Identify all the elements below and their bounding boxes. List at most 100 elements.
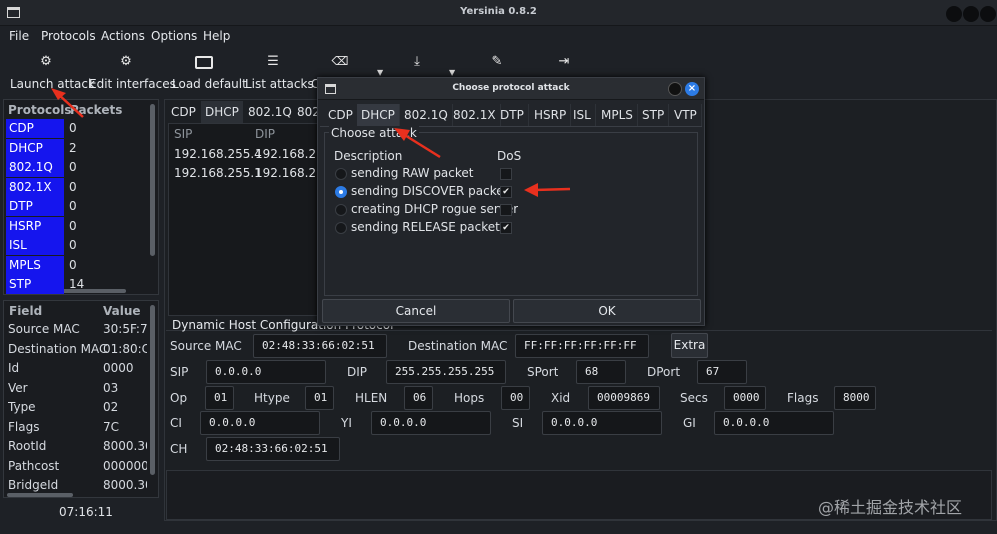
attack-label[interactable]: sending RELEASE packet xyxy=(351,220,500,234)
sip-column-header[interactable]: SIP xyxy=(174,127,192,141)
secs-field[interactable]: 0000 xyxy=(724,386,766,410)
dialog-tab-8021x[interactable]: 802.1X xyxy=(449,104,501,126)
ch-field[interactable]: 02:48:33:66:02:51 xyxy=(206,437,340,461)
field-name[interactable]: Type xyxy=(8,398,36,417)
tab-8021q[interactable]: 802.1Q xyxy=(244,101,296,123)
protocol-packet-count[interactable]: 14 xyxy=(69,275,84,294)
field-value[interactable]: 03 xyxy=(103,379,147,398)
menu-options[interactable]: Options xyxy=(151,29,197,43)
load-default-button[interactable]: Load default xyxy=(171,52,247,94)
launch-attack-button[interactable]: ⚙ Launch attack xyxy=(8,52,95,94)
field-name[interactable]: RootId xyxy=(8,437,46,456)
minimize-button[interactable] xyxy=(946,6,962,22)
field-name[interactable]: Ver xyxy=(8,379,28,398)
chevron-down-icon[interactable]: ▼ xyxy=(377,68,383,77)
field-name[interactable]: Id xyxy=(8,359,19,378)
attack-radio[interactable] xyxy=(335,186,347,198)
packets-header[interactable]: Packets xyxy=(70,103,122,117)
close-button[interactable] xyxy=(980,6,996,22)
value-header[interactable]: Value xyxy=(103,304,141,318)
packet-row-sip[interactable]: 192.168.255.4 xyxy=(174,147,262,161)
op-field[interactable]: 01 xyxy=(205,386,234,410)
dialog-tab-8021q[interactable]: 802.1Q xyxy=(400,104,453,126)
dos-checkbox[interactable]: ✔ xyxy=(500,186,512,198)
dos-checkbox[interactable] xyxy=(500,204,512,216)
attack-radio[interactable] xyxy=(335,168,347,180)
scrollbar[interactable] xyxy=(150,104,155,256)
dialog-tab-stp[interactable]: STP xyxy=(638,104,670,126)
protocols-header[interactable]: Protocols xyxy=(8,103,72,117)
pencil-icon[interactable]: ✎ xyxy=(487,54,507,69)
cancel-button[interactable]: Cancel xyxy=(322,299,510,323)
dialog-tab-dhcp[interactable]: DHCP xyxy=(357,104,400,126)
protocol-name[interactable]: CDP xyxy=(6,119,64,138)
yi-field[interactable]: 0.0.0.0 xyxy=(371,411,491,435)
protocol-packet-count[interactable]: 0 xyxy=(69,197,77,216)
download-icon[interactable]: ⤓ xyxy=(407,54,427,69)
field-name[interactable]: Pathcost xyxy=(8,457,59,476)
menu-help[interactable]: Help xyxy=(203,29,230,43)
sip-field[interactable]: 0.0.0.0 xyxy=(206,360,326,384)
dip-column-header[interactable]: DIP xyxy=(255,127,275,141)
protocol-packet-count[interactable]: 0 xyxy=(69,158,77,177)
edit-interfaces-button[interactable]: ⚙ Edit interfaces xyxy=(88,52,176,94)
field-value[interactable]: 01:80:C2 xyxy=(103,340,147,359)
protocol-packet-count[interactable]: 2 xyxy=(69,139,77,158)
protocol-name[interactable]: MPLS xyxy=(6,255,64,275)
field-name[interactable]: Flags xyxy=(8,418,39,437)
protocol-name[interactable]: DTP xyxy=(6,197,64,216)
protocol-name[interactable]: ISL xyxy=(6,236,64,255)
ok-button[interactable]: OK xyxy=(513,299,701,323)
field-name[interactable]: BridgeId xyxy=(8,476,58,495)
dip-field[interactable]: 255.255.255.255 xyxy=(386,360,506,384)
scrollbar[interactable] xyxy=(150,305,155,475)
field-name[interactable]: Source MAC xyxy=(8,320,80,339)
tab-dhcp[interactable]: DHCP xyxy=(201,101,243,123)
protocol-name[interactable]: STP xyxy=(6,275,64,294)
gi-field[interactable]: 0.0.0.0 xyxy=(714,411,834,435)
dialog-tab-dtp[interactable]: DTP xyxy=(496,104,529,126)
field-header[interactable]: Field xyxy=(9,304,42,318)
sport-field[interactable]: 68 xyxy=(576,360,626,384)
dport-field[interactable]: 67 xyxy=(697,360,747,384)
list-attacks-button[interactable]: ☰ List attacks xyxy=(243,52,314,94)
menu-protocols[interactable]: Protocols xyxy=(41,29,96,43)
dialog-tab-isl[interactable]: ISL xyxy=(569,104,596,126)
destination-mac-field[interactable]: FF:FF:FF:FF:FF:FF xyxy=(515,334,649,358)
protocol-packet-count[interactable]: 0 xyxy=(69,178,77,197)
chevron-down-icon[interactable]: ▼ xyxy=(449,68,455,77)
packet-row-dip[interactable]: 192.168.255 xyxy=(255,166,317,180)
field-value[interactable]: 7C xyxy=(103,418,147,437)
dialog-tab-cdp[interactable]: CDP xyxy=(324,104,358,126)
dialog-minimize-button[interactable] xyxy=(668,82,682,96)
protocol-packet-count[interactable]: 0 xyxy=(69,256,77,275)
attack-label[interactable]: sending RAW packet xyxy=(351,166,474,180)
protocol-packet-count[interactable]: 0 xyxy=(69,217,77,236)
clear-icon[interactable]: ⌫ xyxy=(330,54,350,68)
dialog-tab-vtp[interactable]: VTP xyxy=(670,104,702,126)
protocol-name[interactable]: HSRP xyxy=(6,216,64,236)
dialog-tab-hsrp[interactable]: HSRP xyxy=(530,104,572,126)
attack-radio[interactable] xyxy=(335,204,347,216)
protocol-name[interactable]: 802.1X xyxy=(6,177,64,197)
dos-checkbox[interactable]: ✔ xyxy=(500,222,512,234)
field-value[interactable]: 30:5F:77 xyxy=(103,320,147,339)
dialog-close-icon[interactable]: × xyxy=(685,82,699,96)
extra-button[interactable]: Extra xyxy=(671,333,708,358)
xid-field[interactable]: 00009869 xyxy=(588,386,660,410)
dos-checkbox[interactable] xyxy=(500,168,512,180)
exit-icon[interactable]: ⇥ xyxy=(554,54,574,69)
flags-field[interactable]: 8000 xyxy=(834,386,876,410)
protocol-packet-count[interactable]: 0 xyxy=(69,119,77,138)
tab-cdp[interactable]: CDP xyxy=(167,101,200,123)
htype-field[interactable]: 01 xyxy=(305,386,334,410)
field-name[interactable]: Destination MAC xyxy=(8,340,107,359)
field-value[interactable]: 0000000 xyxy=(103,457,147,476)
hops-field[interactable]: 00 xyxy=(501,386,530,410)
dialog-tab-mpls[interactable]: MPLS xyxy=(597,104,638,126)
source-mac-field[interactable]: 02:48:33:66:02:51 xyxy=(253,334,387,358)
field-value[interactable]: 02 xyxy=(103,398,147,417)
attack-radio[interactable] xyxy=(335,222,347,234)
ci-field[interactable]: 0.0.0.0 xyxy=(200,411,320,435)
packet-row-dip[interactable]: 192.168.255 xyxy=(255,147,317,161)
